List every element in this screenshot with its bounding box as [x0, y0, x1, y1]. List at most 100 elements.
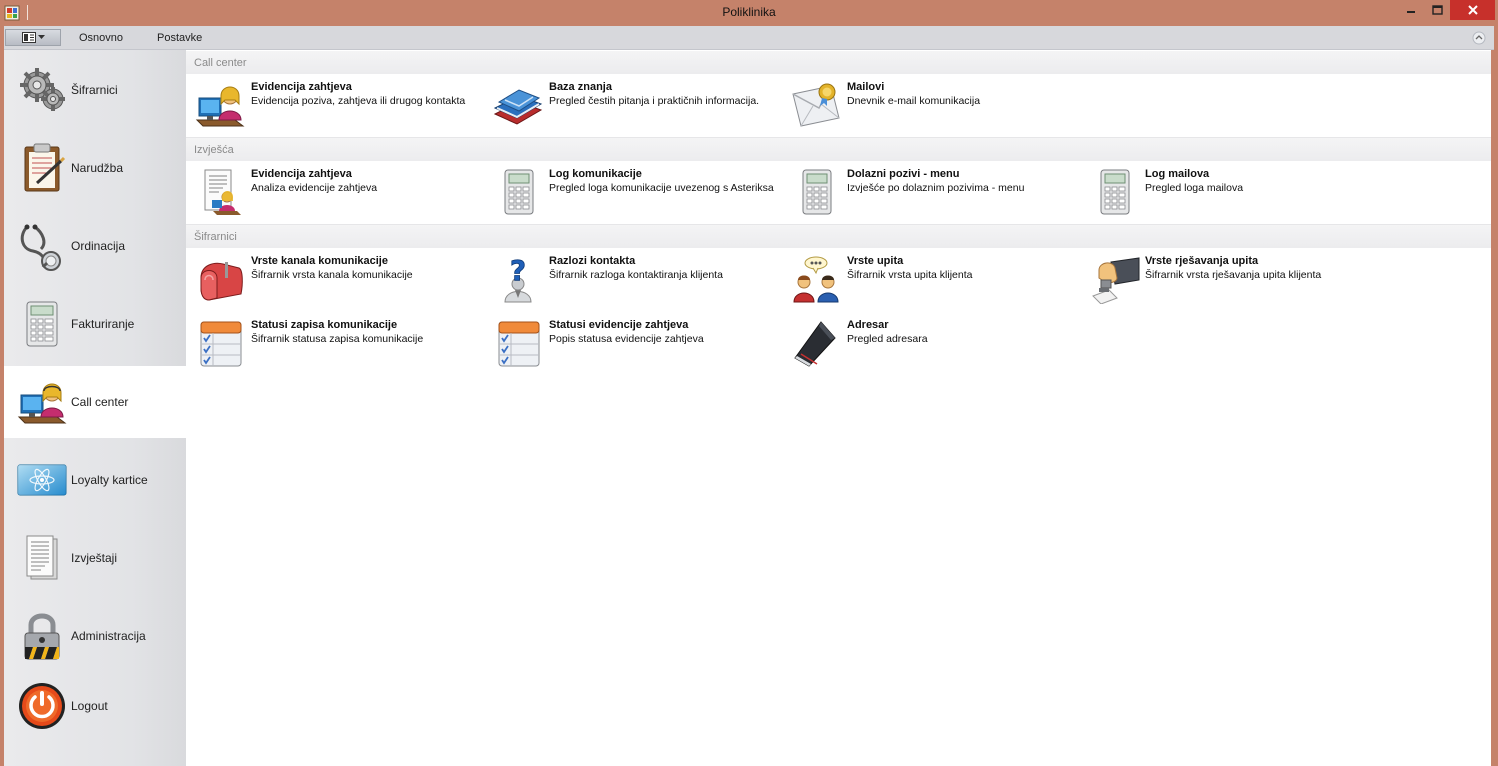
tile-description: Pregled adresara	[847, 333, 928, 345]
clipboard-icon	[17, 143, 67, 193]
people-talk-icon	[790, 254, 842, 304]
group-header-label: Izvješća	[194, 144, 234, 156]
sidebar-item-fakturiranje[interactable]: Fakturiranje	[4, 288, 186, 360]
report-user-icon	[194, 167, 246, 217]
tile-title: Log mailova	[1145, 168, 1210, 180]
tab-osnovno[interactable]: Osnovno	[79, 32, 123, 44]
tile-description: Šifrarnik vrsta upita klijenta	[847, 269, 973, 281]
sidebar-item-label: Administracija	[71, 629, 146, 643]
svg-text:?: ?	[510, 254, 526, 287]
calculator-icon	[492, 167, 544, 217]
minimize-button[interactable]	[1398, 0, 1424, 20]
tile-title: Mailovi	[847, 81, 885, 93]
ribbon-menu-bar: Osnovno Postavke	[4, 26, 1494, 50]
tile-mailovi[interactable]: Mailovi Dnevnik e-mail komunikacija	[786, 78, 1082, 134]
chevron-down-icon	[37, 35, 45, 39]
tile-title: Razlozi kontakta	[549, 255, 636, 267]
sidebar-item-sifrarnici[interactable]: Šifrarnici	[4, 54, 186, 126]
checklist-icon	[492, 318, 544, 368]
window-title: Poliklinika	[722, 5, 776, 19]
tile-title: Statusi evidencije zahtjeva	[549, 319, 689, 331]
maximize-button[interactable]	[1424, 0, 1450, 20]
sidebar-item-call-center[interactable]: Call center	[4, 366, 186, 438]
sidebar-item-label: Narudžba	[71, 161, 124, 175]
tile-log-komunikacije[interactable]: Log komunikacije Pregled loga komunikaci…	[488, 165, 784, 221]
tile-description: Šifrarnik razloga kontaktiranja klijenta	[549, 269, 723, 281]
tile-description: Šifrarnik vrsta kanala komunikacije	[251, 269, 413, 281]
tile-title: Evidencija zahtjeva	[251, 168, 352, 180]
books-icon	[492, 80, 544, 130]
tile-description: Popis statusa evidencije zahtjeva	[549, 333, 704, 345]
tile-title: Log komunikacije	[549, 168, 642, 180]
tile-vrste-rjesavanja-upita[interactable]: Vrste rješavanja upita Šifrarnik vrsta r…	[1084, 252, 1380, 308]
tile-description: Dnevnik e-mail komunikacija	[847, 95, 981, 107]
sidebar-item-narudzba[interactable]: Narudžba	[4, 132, 186, 204]
tile-description: Izvješće po dolaznim pozivima - menu	[847, 182, 1025, 194]
power-icon	[17, 681, 67, 731]
tile-evidencija-zahtjeva[interactable]: Evidencija zahtjeva Evidencija poziva, z…	[190, 78, 486, 134]
stamp-icon	[1088, 254, 1140, 305]
tile-title: Dolazni pozivi - menu	[847, 168, 960, 180]
tile-evidencija-zahtjeva-report[interactable]: Evidencija zahtjeva Analiza evidencije z…	[190, 165, 486, 221]
group-header-izvjesca: Izvješća	[186, 138, 1491, 161]
application-menu-button[interactable]	[5, 29, 61, 46]
sidebar-item-label: Loyalty kartice	[71, 473, 148, 487]
tile-description: Pregled loga mailova	[1145, 182, 1244, 194]
layout-icon	[21, 32, 36, 43]
tile-title: Adresar	[847, 319, 889, 331]
question-person-icon: ?	[492, 254, 544, 304]
tile-log-mailova[interactable]: Log mailova Pregled loga mailova	[1084, 165, 1380, 221]
tile-vrste-kanala-komunikacije[interactable]: Vrste kanala komunikacije Šifrarnik vrst…	[190, 252, 486, 308]
sidebar-item-administracija[interactable]: Administracija	[4, 600, 186, 672]
gears-icon	[17, 65, 67, 115]
sidebar-item-ordinacija[interactable]: Ordinacija	[4, 210, 186, 282]
tile-description: Analiza evidencije zahtjeva	[251, 182, 378, 194]
tile-description: Šifrarnik vrsta rješavanja upita klijent…	[1145, 269, 1322, 281]
tile-title: Vrste rješavanja upita	[1145, 255, 1259, 267]
padlock-icon	[17, 611, 67, 661]
envelope-icon	[790, 80, 842, 130]
sidebar-item-label: Šifrarnici	[71, 83, 118, 97]
checklist-icon	[194, 318, 246, 368]
tile-description: Pregled čestih pitanja i praktičnih info…	[549, 95, 760, 107]
group-header-label: Šifrarnici	[194, 231, 237, 243]
card-icon	[17, 455, 67, 505]
tile-title: Vrste kanala komunikacije	[251, 255, 388, 267]
address-book-icon	[790, 318, 842, 368]
sidebar-item-izvjestaji[interactable]: Izvještaji	[4, 522, 186, 594]
tile-adresar[interactable]: Adresar Pregled adresara	[786, 316, 1082, 372]
sidebar-item-loyalty-kartice[interactable]: Loyalty kartice	[4, 444, 186, 516]
tile-title: Baza znanja	[549, 81, 612, 93]
group-header-call-center: Call center	[186, 51, 1491, 74]
close-button[interactable]	[1450, 0, 1495, 20]
collapse-ribbon-icon[interactable]	[1472, 31, 1486, 45]
title-bar: Poliklinika	[0, 0, 1498, 26]
tile-statusi-evidencije-zahtjeva[interactable]: Statusi evidencije zahtjeva Popis status…	[488, 316, 784, 372]
main-panel: Call center Evidencija zahtjeva Evidenci…	[186, 50, 1491, 766]
sidebar-item-label: Logout	[71, 699, 108, 713]
group-header-label: Call center	[194, 57, 247, 69]
sidebar-item-label: Izvještaji	[71, 551, 118, 565]
tile-title: Evidencija zahtjeva	[251, 81, 352, 93]
sidebar-item-label: Ordinacija	[71, 239, 126, 253]
mailbox-icon	[194, 254, 246, 304]
operator-icon	[17, 377, 67, 427]
sidebar-item-logout[interactable]: Logout	[4, 670, 186, 742]
tile-title: Vrste upita	[847, 255, 904, 267]
tile-razlozi-kontakta[interactable]: ? Razlozi kontakta Šifrarnik razloga kon…	[488, 252, 784, 308]
report-icon	[17, 533, 67, 583]
stethoscope-icon	[17, 221, 67, 271]
operator-icon	[194, 80, 246, 130]
tile-description: Šifrarnik statusa zapisa komunikacije	[251, 333, 424, 345]
tile-vrste-upita[interactable]: Vrste upita Šifrarnik vrsta upita klijen…	[786, 252, 1082, 308]
tile-dolazni-pozivi-menu[interactable]: Dolazni pozivi - menu Izvješće po dolazn…	[786, 165, 1082, 221]
tile-baza-znanja[interactable]: Baza znanja Pregled čestih pitanja i pra…	[488, 78, 784, 134]
calculator-icon	[17, 299, 67, 349]
sidebar: Šifrarnici Narudžba Ordinacija Fakturira…	[4, 50, 186, 766]
tile-description: Evidencija poziva, zahtjeva ili drugog k…	[251, 95, 466, 107]
group-header-sifrarnici: Šifrarnici	[186, 225, 1491, 248]
calculator-icon	[790, 167, 842, 217]
sidebar-item-label: Call center	[71, 395, 129, 409]
tile-statusi-zapisa-komunikacije[interactable]: Statusi zapisa komunikacije Šifrarnik st…	[190, 316, 486, 372]
tab-postavke[interactable]: Postavke	[157, 32, 202, 44]
